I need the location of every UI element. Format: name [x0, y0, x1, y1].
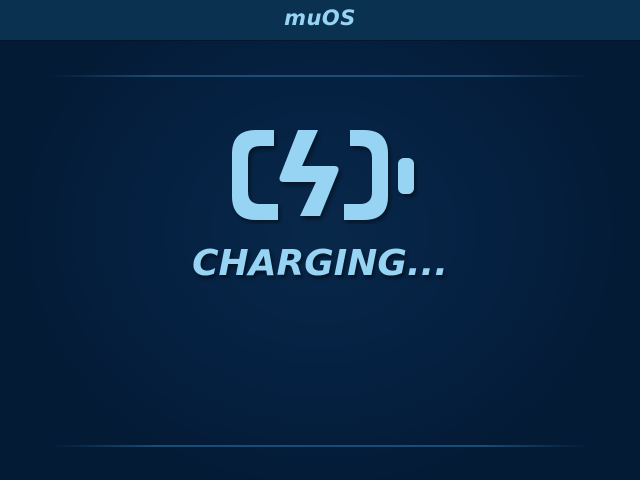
bottom-divider — [50, 445, 590, 447]
battery-charging-icon — [232, 130, 414, 220]
app-title: muOS — [284, 6, 356, 30]
title-bar: muOS — [0, 0, 640, 40]
charging-screen: muOS CHARGING... — [0, 0, 640, 480]
top-divider — [50, 75, 590, 77]
charging-status-text: CHARGING... — [192, 243, 448, 284]
